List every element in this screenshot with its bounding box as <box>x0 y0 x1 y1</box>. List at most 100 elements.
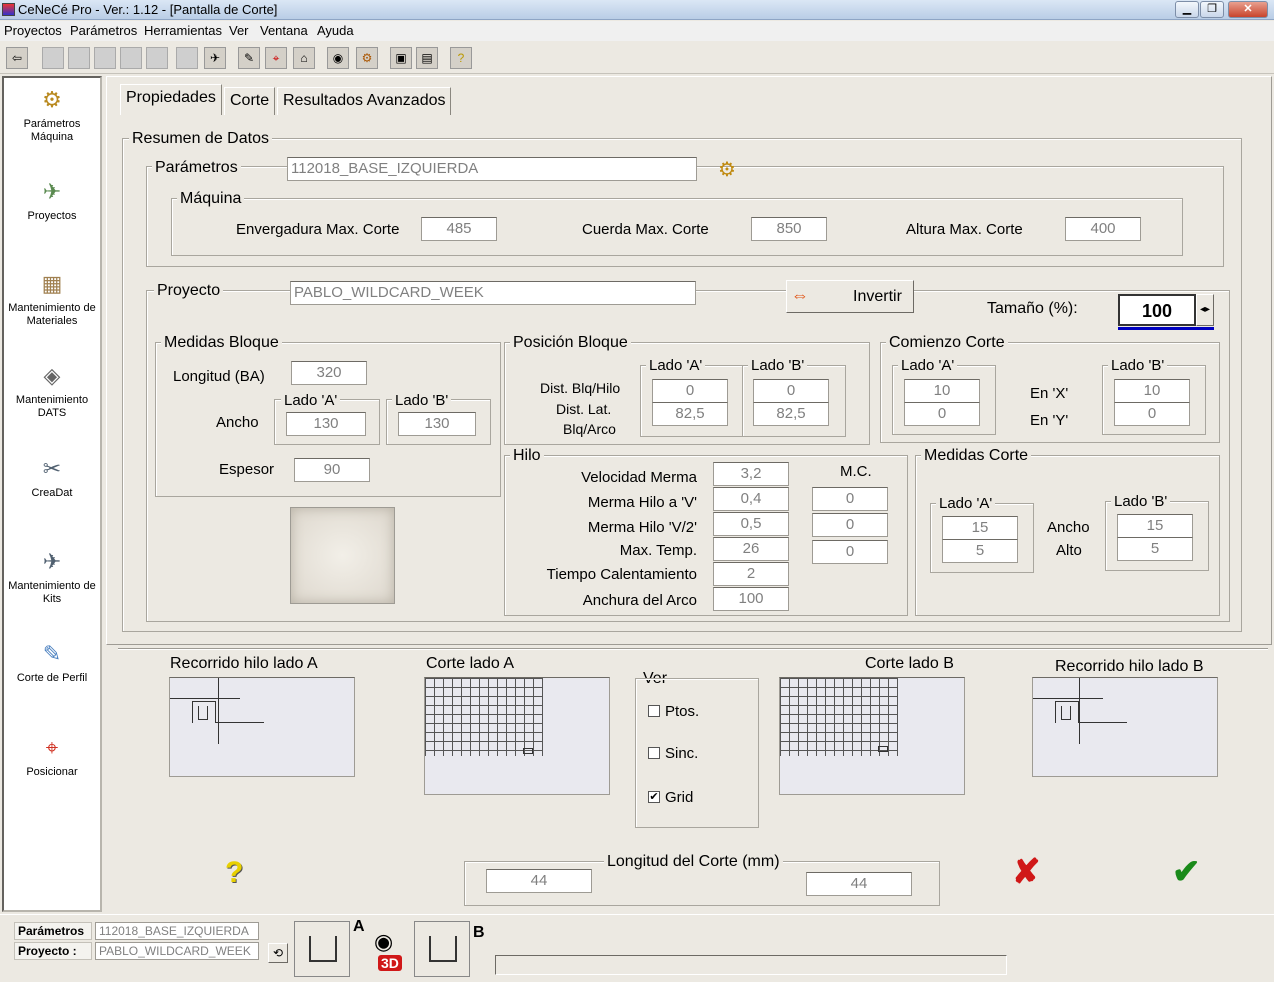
side-b-button[interactable] <box>414 921 470 977</box>
house-icon[interactable]: ⌂ <box>293 47 315 69</box>
posicion-b-dist-field[interactable]: 0 <box>753 379 829 403</box>
tool-4-icon[interactable] <box>120 47 142 69</box>
tab-resultados-avanzados[interactable]: Resultados Avanzados <box>277 87 452 115</box>
menu-ayuda[interactable]: Ayuda <box>317 23 354 38</box>
gear-icon[interactable]: ⚙ <box>718 157 736 182</box>
sidebar-item-proyectos[interactable]: ✈ Proyectos <box>4 178 100 223</box>
posicion-b-lat-field[interactable]: 82,5 <box>753 402 829 426</box>
menu-proyectos[interactable]: Proyectos <box>4 23 62 38</box>
anchura-arco-field[interactable]: 100 <box>713 587 789 611</box>
corte-b-canvas[interactable] <box>779 677 965 795</box>
grid-pattern <box>425 678 543 756</box>
corte-alto-label: Alto <box>1056 542 1082 559</box>
longitud-corte-a-field[interactable]: 44 <box>486 869 592 893</box>
profile-a-icon <box>309 936 337 962</box>
recorrido-a-title: Recorrido hilo lado A <box>170 655 318 672</box>
mc-merma-v2-field[interactable]: 0 <box>812 513 888 537</box>
recorrido-b-canvas[interactable] <box>1032 677 1218 777</box>
help-icon[interactable]: ? <box>450 47 472 69</box>
corte-b-ancho-field[interactable]: 15 <box>1117 514 1193 538</box>
close-button[interactable]: ✕ <box>1228 1 1268 18</box>
minimize-button[interactable]: ▁ <box>1175 1 1199 18</box>
plane-icon[interactable]: ✈ <box>204 47 226 69</box>
exit-icon[interactable]: ⇦ <box>6 47 28 69</box>
comienzo-b-x-field[interactable]: 10 <box>1114 379 1190 403</box>
max-temp-field[interactable]: 26 <box>713 537 789 561</box>
tool-5-icon[interactable] <box>146 47 168 69</box>
ptos-checkbox[interactable] <box>648 705 660 717</box>
sinc-label: Sinc. <box>665 745 699 762</box>
restore-button[interactable]: ❐ <box>1200 1 1224 18</box>
espesor-field[interactable]: 90 <box>294 458 370 482</box>
wing-icon: ✈ <box>42 179 62 204</box>
tool-6-icon[interactable] <box>176 47 198 69</box>
cuerda-field[interactable]: 850 <box>751 217 827 241</box>
sidebar-item-materiales[interactable]: ▦ Mantenimiento de Materiales <box>4 270 100 328</box>
ancho-label: Ancho <box>216 414 259 431</box>
side-a-button[interactable] <box>294 921 350 977</box>
comienzo-a-x-field[interactable]: 10 <box>904 379 980 403</box>
ancho-a-field[interactable]: 130 <box>286 412 366 436</box>
tamano-field[interactable]: 100 <box>1118 294 1196 326</box>
sidebar-item-posicionar[interactable]: ⌖ Posicionar <box>4 734 100 779</box>
ok-icon[interactable]: ✔ <box>1172 852 1201 892</box>
comienzo-lado-a-title: Lado 'A' <box>898 357 958 375</box>
mc-merma-v-field[interactable]: 0 <box>812 487 888 511</box>
ancho-lado-b-title: Lado 'B' <box>392 392 452 410</box>
envergadura-label: Envergadura Max. Corte <box>236 221 400 238</box>
sinc-checkbox[interactable] <box>648 747 660 759</box>
pen-icon[interactable]: ✎ <box>238 47 260 69</box>
tamano-spinner[interactable]: ◂▸ <box>1196 294 1214 326</box>
window-1-icon[interactable]: ▣ <box>390 47 412 69</box>
view-3d-icon[interactable]: ◉ <box>327 47 349 69</box>
menu-ver[interactable]: Ver <box>229 23 249 38</box>
longitud-corte-b-field[interactable]: 44 <box>806 872 912 896</box>
grid-checkbox[interactable]: ✔ <box>648 791 660 803</box>
proyecto-field[interactable]: PABLO_WILDCARD_WEEK <box>290 281 696 305</box>
help-icon[interactable]: ? <box>225 856 243 890</box>
sidebar-item-parametros-maquina[interactable]: ⚙ Parámetros Máquina <box>4 86 100 144</box>
longitud-field[interactable]: 320 <box>291 361 367 385</box>
sidebar-item-dats[interactable]: ◈ Mantenimiento DATS <box>4 362 100 420</box>
menu-ventana[interactable]: Ventana <box>260 23 308 38</box>
menu-parametros[interactable]: Parámetros <box>70 23 137 38</box>
merma-hilo-v2-field[interactable]: 0,5 <box>713 512 789 536</box>
corte-a-canvas[interactable] <box>424 677 610 795</box>
tab-propiedades[interactable]: Propiedades <box>120 84 222 115</box>
eye-icon[interactable]: ◉ <box>374 929 393 955</box>
gear-icon[interactable]: ⚙ <box>356 47 378 69</box>
view-3d-label[interactable]: 3D <box>378 955 402 971</box>
parametros-field[interactable]: 112018_BASE_IZQUIERDA <box>287 157 697 181</box>
sidebar-item-corte-perfil[interactable]: ✎ Corte de Perfil <box>4 640 100 685</box>
sidebar-item-kits[interactable]: ✈ Mantenimiento de Kits <box>4 548 100 606</box>
corte-a-ancho-field[interactable]: 15 <box>942 516 1018 540</box>
tab-corte[interactable]: Corte <box>224 87 276 115</box>
recorrido-a-canvas[interactable] <box>169 677 355 777</box>
position-icon[interactable]: ⌖ <box>265 47 287 69</box>
merma-hilo-v-field[interactable]: 0,4 <box>713 487 789 511</box>
velocidad-merma-field[interactable]: 3,2 <box>713 462 789 486</box>
cancel-icon[interactable]: ✘ <box>1012 852 1041 892</box>
sidebar: ⚙ Parámetros Máquina ✈ Proyectos ▦ Mante… <box>2 76 102 912</box>
refresh-icon[interactable]: ⟲ <box>268 943 288 963</box>
menu-herramientas[interactable]: Herramientas <box>144 23 222 38</box>
altura-field[interactable]: 400 <box>1065 217 1141 241</box>
corte-a-alto-field[interactable]: 5 <box>942 539 1018 563</box>
comienzo-a-y-field[interactable]: 0 <box>904 402 980 426</box>
en-x-label: En 'X' <box>1030 385 1069 402</box>
invertir-button[interactable]: ⇔ Invertir <box>786 280 914 313</box>
tiempo-calentamiento-field[interactable]: 2 <box>713 562 789 586</box>
posicion-a-dist-field[interactable]: 0 <box>652 379 728 403</box>
ancho-b-field[interactable]: 130 <box>398 412 476 436</box>
mc-max-temp-field[interactable]: 0 <box>812 540 888 564</box>
tool-2-icon[interactable] <box>68 47 90 69</box>
comienzo-b-y-field[interactable]: 0 <box>1114 402 1190 426</box>
posicion-a-lat-field[interactable]: 82,5 <box>652 402 728 426</box>
sidebar-item-creadat[interactable]: ✂ CreaDat <box>4 455 100 500</box>
window-2-icon[interactable]: ▤ <box>416 47 438 69</box>
posicion-bloque-title: Posición Bloque <box>510 334 631 352</box>
tool-3-icon[interactable] <box>94 47 116 69</box>
envergadura-field[interactable]: 485 <box>421 217 497 241</box>
corte-b-alto-field[interactable]: 5 <box>1117 537 1193 561</box>
profile-icon[interactable] <box>42 47 64 69</box>
